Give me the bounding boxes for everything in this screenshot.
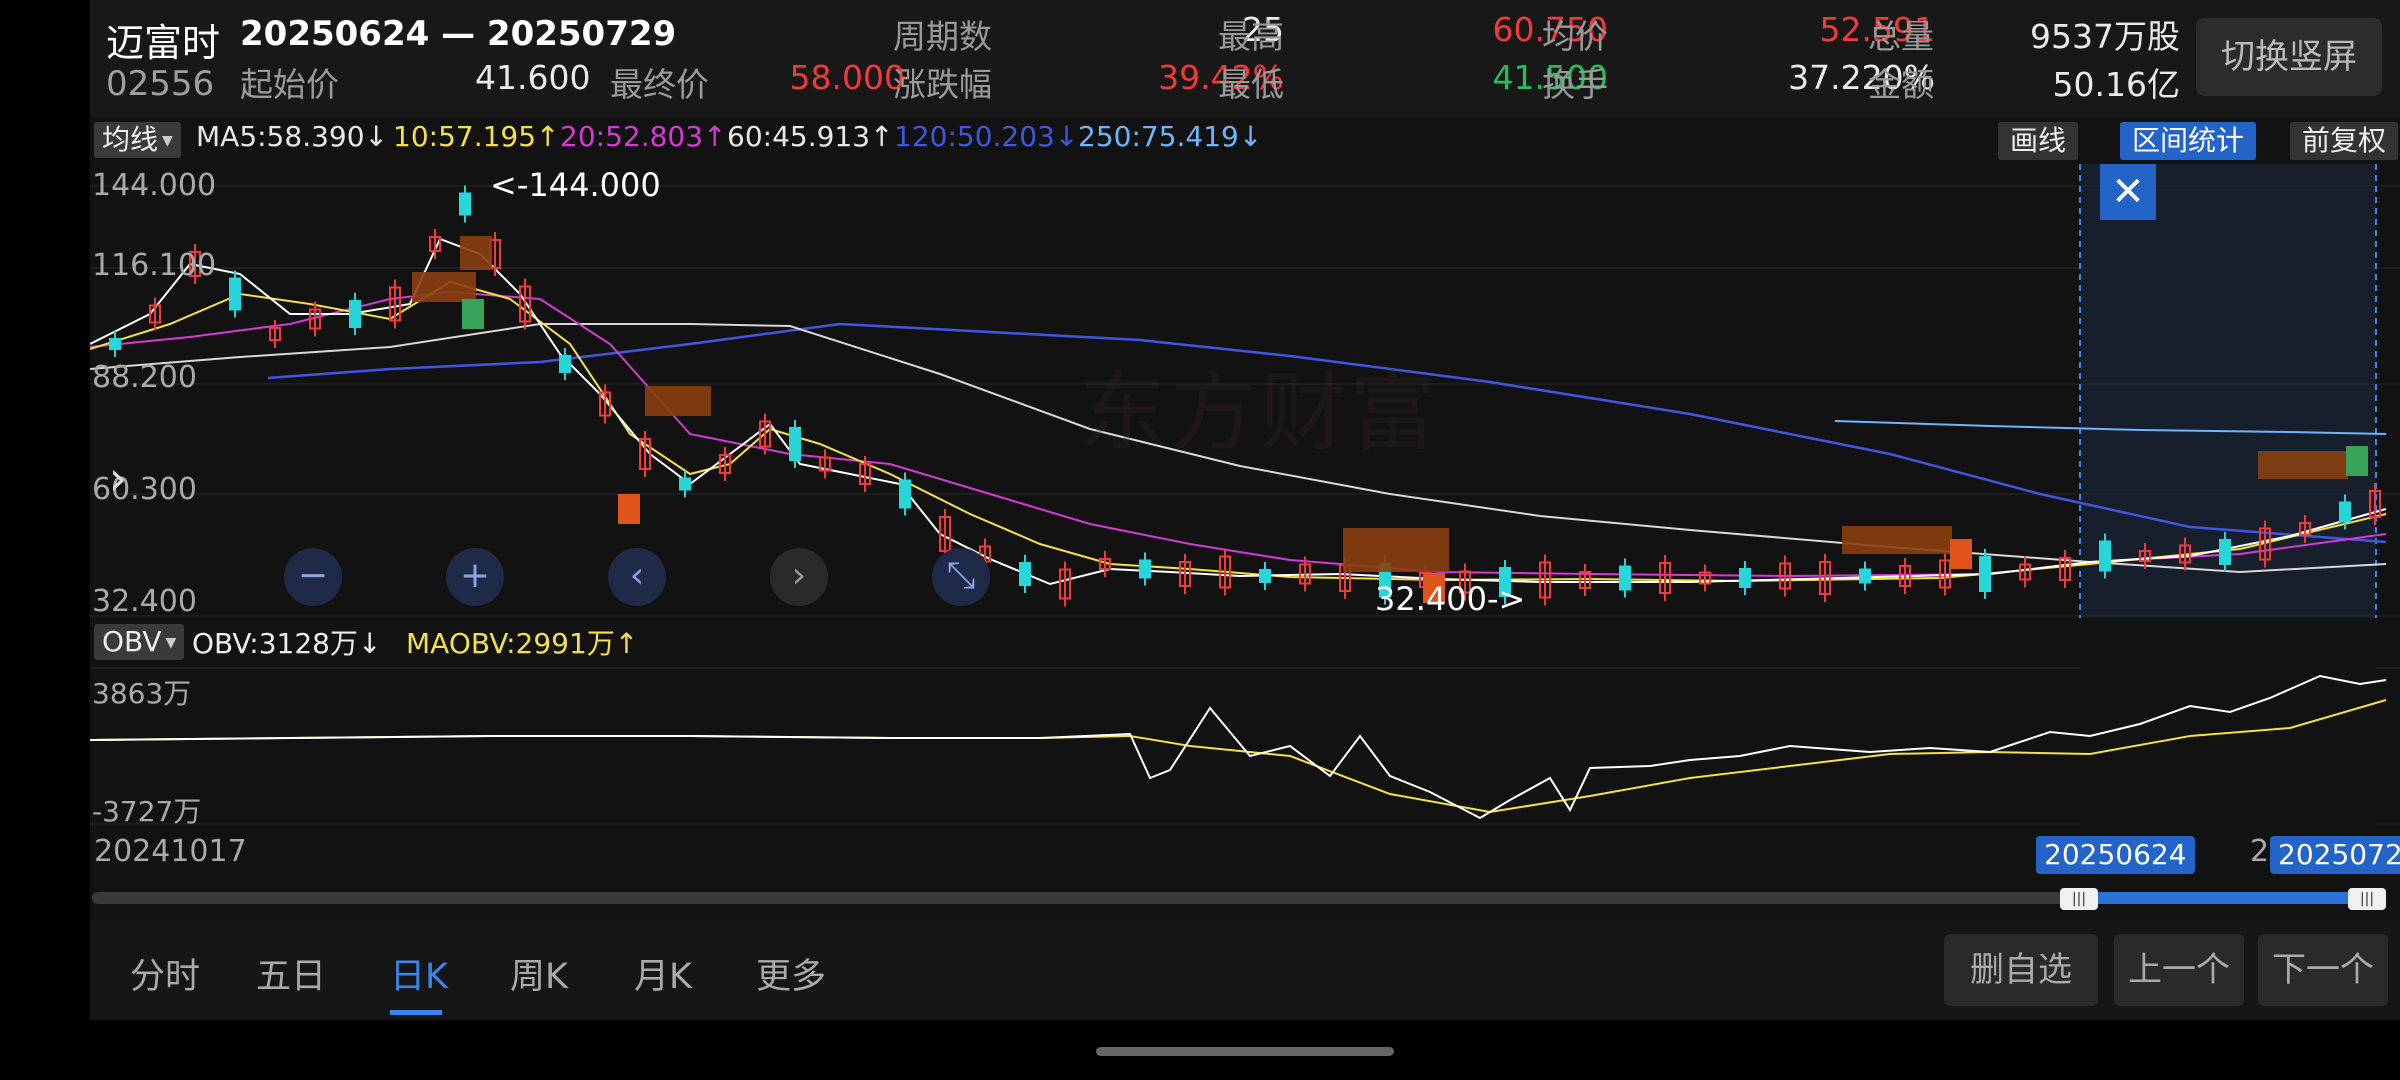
tab-five-day[interactable]: 五日 — [256, 948, 326, 999]
zoom-in-button[interactable]: + — [446, 548, 504, 606]
end-price-label: 最终价 — [610, 65, 709, 104]
candle-body — [1979, 556, 1991, 592]
obv-svg — [90, 666, 2400, 826]
tab-intraday[interactable]: 分时 — [130, 948, 200, 999]
start-price-label: 起始价 — [240, 65, 339, 104]
price-axis-label: 32.400 — [92, 584, 197, 619]
avg-price-label: 均价 — [1542, 17, 1608, 56]
candle-body — [229, 277, 241, 311]
stock-header: 迈富时 02556 20250624 — 20250729 起始价 41.600… — [90, 0, 2400, 118]
ma10-value: 10:57.195↑ — [393, 120, 560, 153]
ma-indicator-label: 均线 — [102, 123, 159, 156]
ma120-value: 120:50.203↓ — [894, 120, 1079, 153]
obv-legend-bar: OBV ▼ OBV:3128万↓ MAOBV:2991万↑ — [90, 620, 2400, 666]
price-axis-label: 144.000 — [92, 168, 217, 203]
active-tab-indicator — [390, 1010, 442, 1015]
amount-label: 金额 — [1868, 65, 1934, 104]
ma60-value: 60:45.913↑ — [727, 120, 894, 153]
timeline-end-partial: 2 — [2250, 834, 2270, 869]
remove-watchlist-button[interactable]: 删自选 — [1944, 934, 2098, 1006]
candle-body — [1619, 565, 1631, 591]
timeline-start-date: 20241017 — [94, 834, 247, 869]
interval-range: 20250624 — 20250729 — [240, 14, 677, 54]
ma20-value: 20:52.803↑ — [560, 120, 727, 153]
volume-value: 9537万股 — [2030, 17, 2180, 56]
home-indicator — [1096, 1047, 1394, 1056]
interval-stats-button[interactable]: 区间统计 — [2120, 122, 2257, 160]
candle-body — [459, 192, 471, 216]
candle-body — [109, 338, 121, 350]
obv-bottom-label: -3727万 — [92, 795, 202, 828]
ma5-value: MA5:58.390↓ — [196, 120, 388, 153]
pan-right-button[interactable]: › — [770, 548, 828, 606]
tab-weekly-k[interactable]: 周K — [510, 948, 568, 999]
reset-zoom-button[interactable]: ⤡ — [932, 548, 990, 606]
ma-legend-bar: 均线 ▼ MA5:58.390↓ 10:57.195↑ 20:52.803↑ 60… — [90, 118, 2400, 164]
switch-portrait-button[interactable]: 切换竖屏 — [2196, 18, 2382, 96]
timeline-slider-track[interactable] — [92, 892, 2382, 904]
stock-kline-screen: 迈富时 02556 20250624 — 20250729 起始价 41.600… — [90, 0, 2400, 1020]
tab-more[interactable]: 更多 — [756, 948, 826, 999]
candlestick-chart[interactable]: 144.000 116.100 88.200 60.300 32.400 东方财… — [90, 164, 2400, 619]
candle-body — [1139, 559, 1151, 579]
period-tabs: 分时 五日 日K 周K 月K 更多 删自选 上一个 下一个 — [90, 920, 2400, 1020]
maobv-value: MAOBV:2991万↑ — [406, 627, 639, 660]
stock-code: 02556 — [106, 64, 215, 104]
change-pct-label: 涨跌幅 — [893, 65, 992, 104]
chevron-down-icon: ▼ — [165, 635, 177, 651]
obv-indicator-select[interactable]: OBV ▼ — [94, 624, 185, 660]
next-stock-button[interactable]: 下一个 — [2258, 934, 2388, 1006]
candle-body — [1019, 562, 1031, 586]
high-label: 最高 — [1218, 17, 1284, 56]
start-price-value: 41.600 — [475, 58, 591, 97]
candle-body — [1859, 568, 1871, 584]
ma-indicator-select[interactable]: 均线 ▼ — [94, 122, 181, 158]
selection-start-date: 20250624 — [2036, 836, 2195, 874]
candle-body — [1259, 569, 1271, 583]
candle-body — [349, 300, 361, 328]
candle-body — [559, 355, 571, 373]
obv-chart[interactable]: 3863万 -3727万 — [90, 666, 2400, 828]
candle-body — [2339, 501, 2351, 523]
candle-body — [1739, 568, 1751, 588]
low-marker-label: 32.400-> — [1375, 580, 1526, 618]
candle-body — [2099, 540, 2111, 572]
price-axis-label: 116.100 — [92, 248, 217, 283]
timeline-selected-range — [2080, 892, 2370, 904]
forward-adjust-button[interactable]: 前复权 — [2290, 122, 2399, 160]
high-marker-label: <-144.000 — [490, 166, 661, 204]
expand-left-icon[interactable]: › — [90, 418, 146, 538]
ma250-value: 250:75.419↓ — [1078, 120, 1263, 153]
stock-name: 迈富时 — [106, 21, 221, 65]
watermark: 东方财富 — [1080, 363, 1440, 463]
candle-body — [899, 479, 911, 509]
candle-body — [679, 477, 691, 491]
candle-body — [789, 427, 801, 461]
volume-label: 总量 — [1868, 17, 1934, 56]
chevron-down-icon: ▼ — [162, 133, 173, 149]
tab-daily-k[interactable]: 日K — [390, 948, 448, 999]
slider-end-handle[interactable]: ||| — [2348, 888, 2386, 910]
slider-start-handle[interactable]: ||| — [2060, 888, 2098, 910]
period-count-label: 周期数 — [893, 17, 992, 56]
draw-line-button[interactable]: 画线 — [1998, 122, 2079, 160]
tab-monthly-k[interactable]: 月K — [634, 948, 692, 999]
pan-left-button[interactable]: ‹ — [608, 548, 666, 606]
amount-value: 50.16亿 — [2052, 65, 2180, 104]
end-price-value: 58.000 — [789, 58, 905, 97]
selection-end-date: 20250729 — [2270, 836, 2400, 874]
zoom-out-button[interactable]: − — [284, 548, 342, 606]
close-interval-icon[interactable]: ✕ — [2100, 164, 2156, 220]
obv-value: OBV:3128万↓ — [192, 627, 382, 660]
low-label: 最低 — [1218, 65, 1284, 104]
candle-body — [2219, 539, 2231, 565]
price-axis-label: 88.200 — [92, 360, 197, 395]
turnover-label: 换手 — [1542, 65, 1608, 104]
previous-stock-button[interactable]: 上一个 — [2114, 934, 2244, 1006]
obv-top-label: 3863万 — [92, 677, 192, 710]
obv-indicator-label: OBV — [102, 625, 162, 658]
